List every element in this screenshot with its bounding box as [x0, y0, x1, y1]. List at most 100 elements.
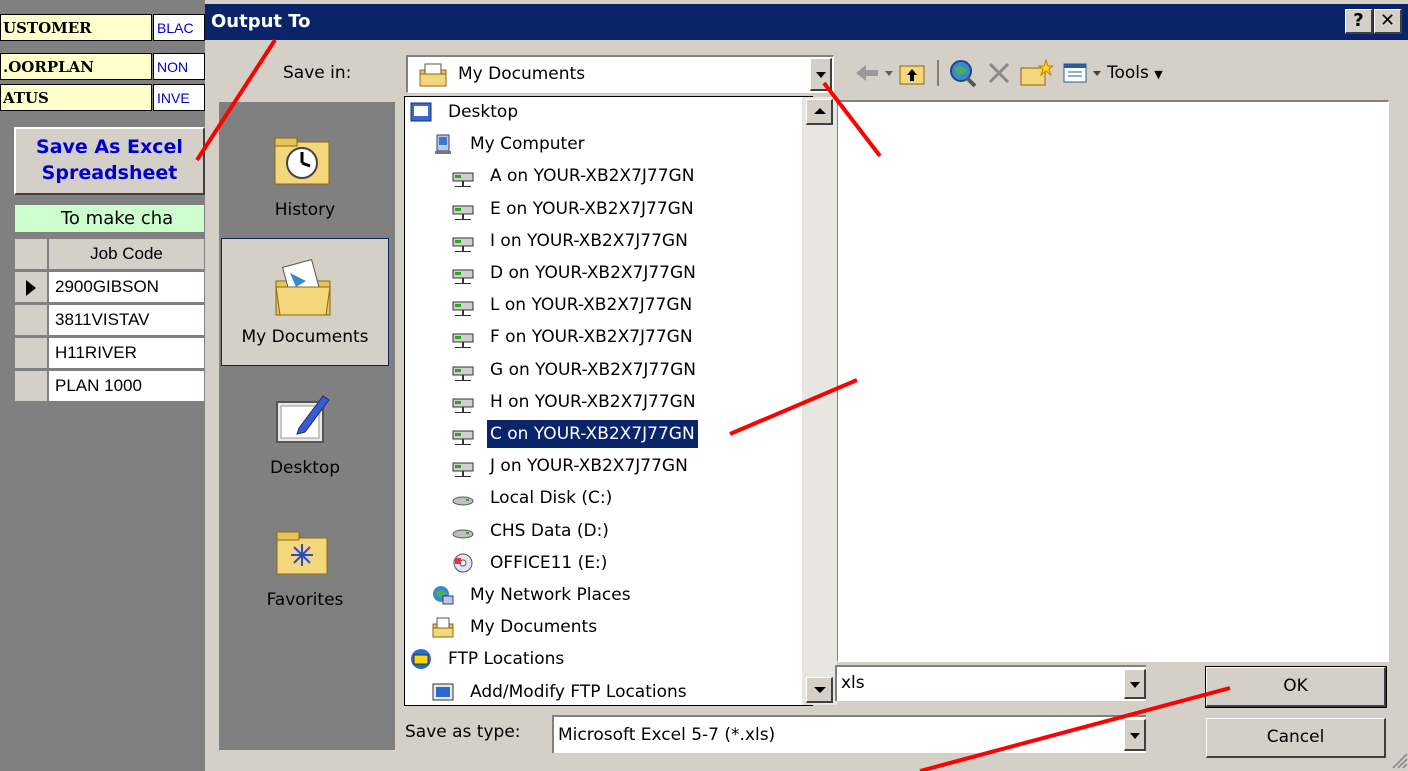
cancel-button[interactable]: Cancel — [1206, 718, 1386, 758]
place-favorites[interactable]: Favorites — [221, 500, 389, 628]
customer-value[interactable]: BLAC — [153, 14, 205, 41]
network-drive-icon — [452, 398, 474, 413]
close-button[interactable]: ✕ — [1374, 9, 1402, 34]
notice-text: To make cha — [14, 204, 205, 233]
file-name-input[interactable]: xls — [835, 665, 1146, 701]
network-drive-icon — [452, 430, 474, 445]
file-name-value: xls — [841, 673, 865, 693]
my-documents-small-icon — [419, 63, 447, 87]
dialog-title-bar[interactable]: Output To ? ✕ — [205, 4, 1408, 40]
scroll-down-icon — [814, 687, 826, 693]
desktop-small-icon — [410, 102, 432, 122]
network-drive-icon — [452, 237, 474, 252]
output-to-dialog: Output To ? ✕ Save in: My Documents Tool… — [205, 0, 1408, 771]
network-drive-icon — [452, 366, 474, 381]
resize-grip-icon[interactable] — [1389, 750, 1408, 769]
scroll-up-button[interactable] — [806, 99, 833, 125]
history-icon — [274, 137, 330, 185]
table-row[interactable]: H11RIVER — [14, 337, 205, 369]
save-as-excel-line1: Save As Excel — [36, 136, 183, 158]
customer-label: USTOMER — [0, 14, 152, 41]
dialog-title: Output To — [211, 11, 311, 32]
save-in-dropdown-button[interactable] — [810, 58, 832, 91]
new-folder-button[interactable] — [1019, 58, 1055, 88]
save-in-combo[interactable]: My Documents — [406, 55, 834, 93]
save-in-dropdown-list[interactable]: Desktop My Computer A on YOUR-XB2X7J77GN E … — [404, 96, 813, 706]
local-disk-icon — [452, 529, 474, 539]
my-computer-icon — [435, 134, 451, 155]
dropdown-item-label: OFFICE11 (E:) — [490, 552, 608, 573]
back-arrow-icon — [856, 65, 893, 81]
save-as-excel-line2: Spreadsheet — [41, 162, 178, 184]
job-code-cell[interactable]: PLAN 1000 — [48, 370, 205, 402]
table-row[interactable]: 3811VISTAV — [14, 304, 205, 336]
row-selector[interactable] — [14, 271, 48, 303]
table-row[interactable]: PLAN 1000 — [14, 370, 205, 402]
place-my-documents[interactable]: My Documents — [221, 238, 389, 366]
status-value[interactable]: INVE — [153, 84, 205, 111]
place-desktop[interactable]: Desktop — [221, 368, 389, 496]
help-icon: ? — [1353, 10, 1364, 31]
favorites-icon — [276, 531, 328, 575]
row-selector[interactable] — [14, 337, 48, 369]
place-label: Favorites — [266, 590, 344, 610]
toolbar-separator — [937, 60, 939, 86]
ftp-add-icon — [432, 683, 454, 701]
places-bar: History My Documents Desktop Favorites — [219, 102, 395, 750]
scroll-down-button[interactable] — [806, 677, 833, 703]
floorplan-label: .OORPLAN — [0, 53, 152, 80]
dropdown-item-label: E on YOUR-XB2X7J77GN — [490, 198, 694, 219]
place-label: History — [274, 200, 336, 220]
dropdown-item-label: FTP Locations — [448, 649, 565, 670]
up-folder-icon — [899, 65, 925, 85]
status-label: ATUS — [0, 84, 152, 111]
job-code-cell[interactable]: H11RIVER — [48, 337, 205, 369]
status-field-row: ATUS INVE — [0, 84, 205, 113]
dropdown-scrollbar[interactable] — [802, 97, 837, 705]
grid-corner[interactable] — [14, 238, 48, 270]
dropdown-item-label: My Network Places — [470, 585, 631, 605]
dropdown-item-label: A on YOUR-XB2X7J77GN — [490, 166, 695, 187]
floorplan-value[interactable]: NON — [153, 53, 205, 80]
tools-label: Tools — [1107, 63, 1149, 83]
scroll-up-icon — [814, 108, 826, 114]
save-as-excel-button[interactable]: Save As Excel Spreadsheet — [14, 127, 205, 195]
dropdown-item-label: D on YOUR-XB2X7J77GN — [490, 263, 696, 283]
search-web-icon — [950, 60, 977, 88]
dropdown-item-label: H on YOUR-XB2X7J77GN — [490, 391, 696, 412]
ok-button[interactable]: OK — [1205, 666, 1387, 708]
network-places-icon — [433, 586, 454, 605]
search-web-button[interactable] — [947, 58, 979, 88]
dropdown-item-label: I on YOUR-XB2X7J77GN — [490, 230, 688, 251]
network-drive-icon — [452, 205, 474, 220]
row-selector[interactable] — [14, 304, 48, 336]
place-label: Desktop — [269, 458, 341, 478]
table-row[interactable]: 2900GIBSON — [14, 271, 205, 303]
save-as-type-value: Microsoft Excel 5-7 (*.xls) — [558, 725, 776, 745]
back-button[interactable] — [852, 58, 896, 88]
network-drive-icon — [452, 301, 474, 317]
job-code-cell[interactable]: 2900GIBSON — [48, 271, 205, 303]
file-name-dropdown-button[interactable] — [1124, 669, 1146, 699]
save-as-type-select[interactable]: Microsoft Excel 5-7 (*.xls) — [552, 715, 1146, 753]
save-in-label: Save in: — [283, 63, 352, 83]
file-list[interactable] — [836, 100, 1389, 662]
ftp-locations-icon — [411, 649, 431, 670]
close-icon: ✕ — [1379, 10, 1396, 31]
job-code-header[interactable]: Job Code — [48, 238, 205, 270]
save-as-type-dropdown-button[interactable] — [1124, 719, 1146, 751]
views-button[interactable] — [1061, 58, 1105, 88]
dropdown-item-label: F on YOUR-XB2X7J77GN — [490, 327, 693, 348]
tools-menu[interactable]: Tools ▼ — [1107, 58, 1163, 88]
network-drive-icon — [452, 462, 474, 478]
row-selector[interactable] — [14, 370, 48, 402]
help-button[interactable]: ? — [1345, 9, 1373, 34]
up-one-level-button[interactable] — [897, 58, 927, 88]
place-label: My Documents — [241, 327, 369, 347]
dropdown-item-label: C on YOUR-XB2X7J77GN — [486, 419, 699, 449]
job-code-cell[interactable]: 3811VISTAV — [48, 304, 205, 336]
place-history[interactable]: History — [221, 110, 389, 238]
delete-button[interactable] — [985, 58, 1013, 88]
chevron-down-icon: ▼ — [1154, 68, 1163, 81]
network-drive-icon — [452, 333, 474, 349]
